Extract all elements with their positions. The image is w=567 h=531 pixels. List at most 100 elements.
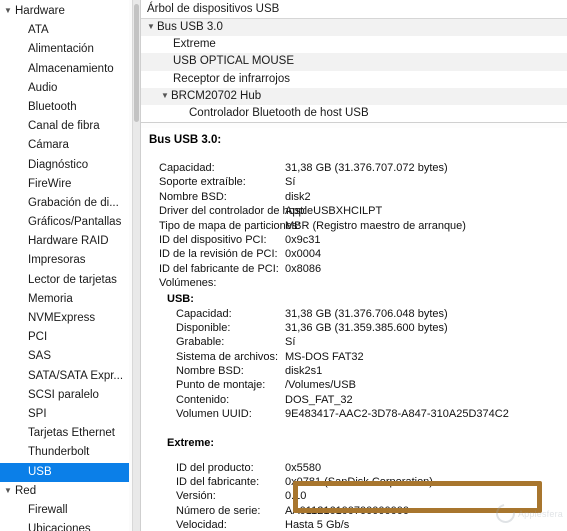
sidebar-item-sata-sata-expr[interactable]: SATA/SATA Expr...	[0, 367, 133, 386]
sidebar-item-diagn-stico[interactable]: Diagnóstico	[0, 156, 133, 175]
property-row: Driver del controlador de host: AppleUSBX…	[141, 204, 567, 218]
sidebar-item-audio[interactable]: Audio	[0, 79, 133, 98]
property-label: Número de serie:	[176, 504, 261, 517]
property-value	[285, 276, 567, 290]
tree-row[interactable]: ▼ BRCM20702 Hub	[141, 87, 567, 105]
sidebar-item-scsi-paralelo[interactable]: SCSI paralelo	[0, 386, 133, 405]
property-value: DOS_FAT_32	[285, 393, 353, 406]
sidebar-item-label: Ubicaciones	[28, 523, 91, 531]
property-label: ID del dispositivo PCI:	[159, 233, 267, 246]
sidebar-item-usb[interactable]: USB	[0, 462, 133, 482]
detail-title: Bus USB 3.0:	[149, 134, 222, 146]
property-value: /Volumes/USB	[285, 379, 356, 392]
sidebar-item-label: Hardware RAID	[28, 235, 109, 248]
sidebar-group-label: Red	[15, 484, 37, 497]
sidebar-item-grabaci-n-de-di[interactable]: Grabación de di...	[0, 194, 133, 213]
sidebar-list[interactable]: ▼ Hardware ATA Alimentación Almacenamiento Au…	[0, 2, 133, 531]
sidebar-item-label: FireWire	[28, 177, 72, 190]
property-value: AA011216100700000000	[285, 504, 409, 517]
sidebar-item-firewall[interactable]: Firewall	[0, 501, 133, 520]
property-label: ID del fabricante:	[176, 476, 260, 489]
property-label: Soporte extraíble:	[159, 176, 246, 189]
property-row: ID del fabricante: 0x0781 (SanDisk Corpor…	[141, 475, 567, 489]
property-label: Nombre BSD:	[159, 190, 227, 203]
sidebar-item-impresoras[interactable]: Impresoras	[0, 251, 133, 270]
volume-title: USB:	[167, 292, 194, 305]
tree-row[interactable]: Receptor de infrarrojos	[141, 70, 567, 88]
property-label: Contenido:	[176, 393, 230, 406]
sidebar-item-label: Canal de fibra	[28, 120, 100, 133]
tree-row[interactable]: USB OPTICAL MOUSE	[141, 53, 567, 71]
property-row: Nombre BSD: disk2s1	[141, 364, 567, 378]
sidebar-item-label: Audio	[28, 81, 58, 94]
sidebar-item-label: Alimentación	[28, 43, 94, 56]
sidebar-item-gr-ficos-pantallas[interactable]: Gráficos/Pantallas	[0, 213, 133, 232]
property-label: Volumen UUID:	[176, 408, 252, 421]
sidebar-item-label: ATA	[28, 24, 49, 37]
property-row: Capacidad: 31,38 GB (31.376.706.048 bytes…	[141, 307, 567, 321]
chevron-down-icon[interactable]: ▼	[161, 88, 171, 104]
tree-row-label: Receptor de infrarrojos	[173, 72, 290, 85]
property-value: 0x0004	[285, 248, 322, 261]
sidebar-item-lector-de-tarjetas[interactable]: Lector de tarjetas	[0, 271, 133, 290]
sidebar-item-label: Tarjetas Ethernet	[28, 427, 115, 440]
tree-row-label: Bus USB 3.0	[157, 21, 223, 33]
property-value: 31,38 GB (31.376.707.072 bytes)	[285, 162, 448, 174]
sidebar-item-firewire[interactable]: FireWire	[0, 175, 133, 194]
sidebar-item-label: Diagnóstico	[28, 158, 89, 171]
sidebar[interactable]: ▼ Hardware ATA Alimentación Almacenamiento Au…	[0, 0, 133, 531]
property-row: Velocidad: Hasta 5 Gb/s	[141, 518, 567, 531]
tree-row[interactable]: Extreme	[141, 36, 567, 54]
property-row: ID de la revisión de PCI: 0x0004	[141, 247, 567, 261]
chevron-down-icon[interactable]: ▼	[4, 482, 13, 500]
chevron-down-icon[interactable]: ▼	[147, 19, 157, 35]
sidebar-item-label: USB	[28, 465, 52, 478]
sidebar-item-label: SATA/SATA Expr...	[28, 369, 124, 382]
sidebar-item-ata[interactable]: ATA	[0, 21, 133, 40]
tree-row[interactable]: Controlador Bluetooth de host USB	[141, 104, 567, 122]
tree-row-label: Controlador Bluetooth de host USB	[189, 106, 369, 119]
tree-row-label: Extreme	[173, 38, 216, 51]
chevron-down-icon[interactable]: ▼	[4, 2, 13, 20]
property-value: Sí	[285, 176, 296, 189]
device-tree[interactable]: ▼ Bus USB 3.0 Extreme USB OPTICAL MOUSE Rece…	[141, 19, 567, 122]
device-title: Extreme:	[167, 436, 215, 449]
property-label: ID del fabricante de PCI:	[159, 262, 279, 275]
property-value: AppleUSBXHCILPT	[285, 205, 383, 218]
property-label: Volúmenes:	[159, 277, 217, 290]
sidebar-item-thunderbolt[interactable]: Thunderbolt	[0, 443, 133, 462]
property-value: 0x5580	[285, 461, 322, 474]
property-value: 0x0781 (SanDisk Corporation)	[285, 476, 433, 489]
device-properties-list: ID del producto: 0x5580 ID del fabricante:…	[141, 461, 567, 531]
sidebar-group-hardware[interactable]: ▼ Hardware	[0, 2, 133, 21]
sidebar-item-label: Almacenamiento	[28, 62, 114, 75]
property-row: ID del producto: 0x5580	[141, 461, 567, 475]
volume-properties-list: Capacidad: 31,38 GB (31.376.706.048 bytes…	[141, 307, 567, 422]
sidebar-item-spi[interactable]: SPI	[0, 405, 133, 424]
sidebar-item-alimentaci-n[interactable]: Alimentación	[0, 40, 133, 59]
property-label: Versión:	[176, 490, 216, 503]
sidebar-item-c-mara[interactable]: Cámara	[0, 136, 133, 155]
sidebar-item-ubicaciones[interactable]: Ubicaciones	[0, 520, 133, 531]
sidebar-item-bluetooth[interactable]: Bluetooth	[0, 98, 133, 117]
property-label: Punto de montaje:	[176, 379, 266, 392]
sidebar-group-red[interactable]: ▼ Red	[0, 482, 133, 501]
sidebar-item-tarjetas-ethernet[interactable]: Tarjetas Ethernet	[0, 424, 133, 443]
sidebar-item-nvmexpress[interactable]: NVMExpress	[0, 309, 133, 328]
sidebar-item-label: SPI	[28, 407, 47, 420]
detail-pane: Bus USB 3.0: Capacidad: 31,38 GB (31.376.…	[141, 128, 567, 531]
sidebar-item-pci[interactable]: PCI	[0, 328, 133, 347]
sidebar-item-memoria[interactable]: Memoria	[0, 290, 133, 309]
tree-scrollbar[interactable]	[134, 4, 139, 122]
sidebar-item-sas[interactable]: SAS	[0, 347, 133, 366]
property-row: Versión: 0.10	[141, 489, 567, 503]
property-value: 0x8086	[285, 262, 322, 275]
tree-row-label: USB OPTICAL MOUSE	[173, 55, 294, 68]
tree-row[interactable]: ▼ Bus USB 3.0	[141, 19, 567, 37]
sidebar-item-almacenamiento[interactable]: Almacenamiento	[0, 60, 133, 79]
sidebar-item-canal-de-fibra[interactable]: Canal de fibra	[0, 117, 133, 136]
sidebar-item-hardware-raid[interactable]: Hardware RAID	[0, 232, 133, 251]
property-label: Capacidad:	[176, 307, 232, 320]
property-label: Tipo de mapa de particiones:	[159, 219, 301, 232]
property-row: Grabable: Sí	[141, 335, 567, 349]
